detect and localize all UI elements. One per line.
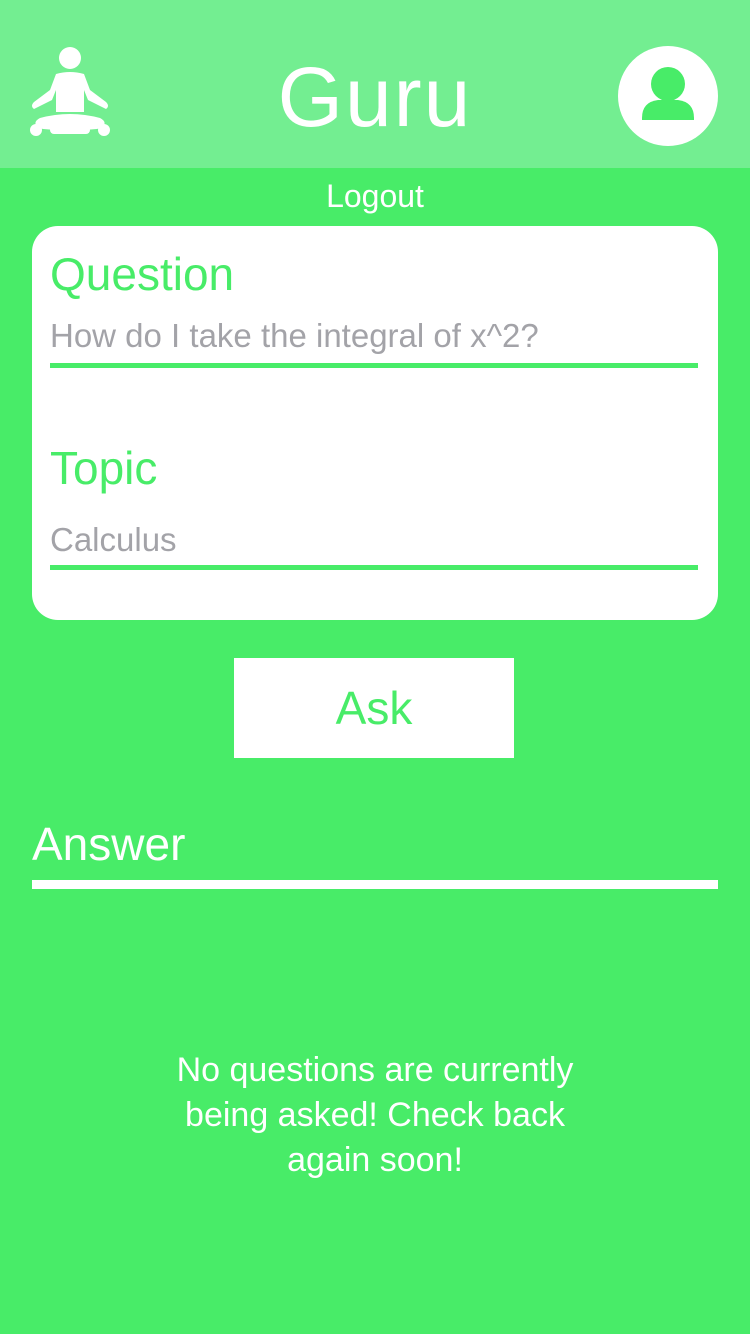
topic-underline: [50, 565, 698, 570]
answer-label: Answer: [32, 818, 186, 870]
empty-state-message: No questions are currently being asked! …: [176, 1051, 574, 1179]
topic-label: Topic: [50, 442, 158, 494]
question-underline: [50, 363, 698, 368]
question-label: Question: [50, 248, 235, 300]
question-card: Question Topic: [32, 226, 718, 620]
answer-underline: [32, 880, 718, 889]
topic-input[interactable]: [50, 518, 698, 562]
logout-link[interactable]: Logout: [0, 176, 750, 216]
profile-avatar[interactable]: [618, 46, 718, 146]
question-input[interactable]: [50, 314, 698, 358]
user-icon: [642, 67, 694, 120]
ask-button[interactable]: Ask: [234, 658, 514, 758]
app-header: Guru: [0, 0, 750, 168]
